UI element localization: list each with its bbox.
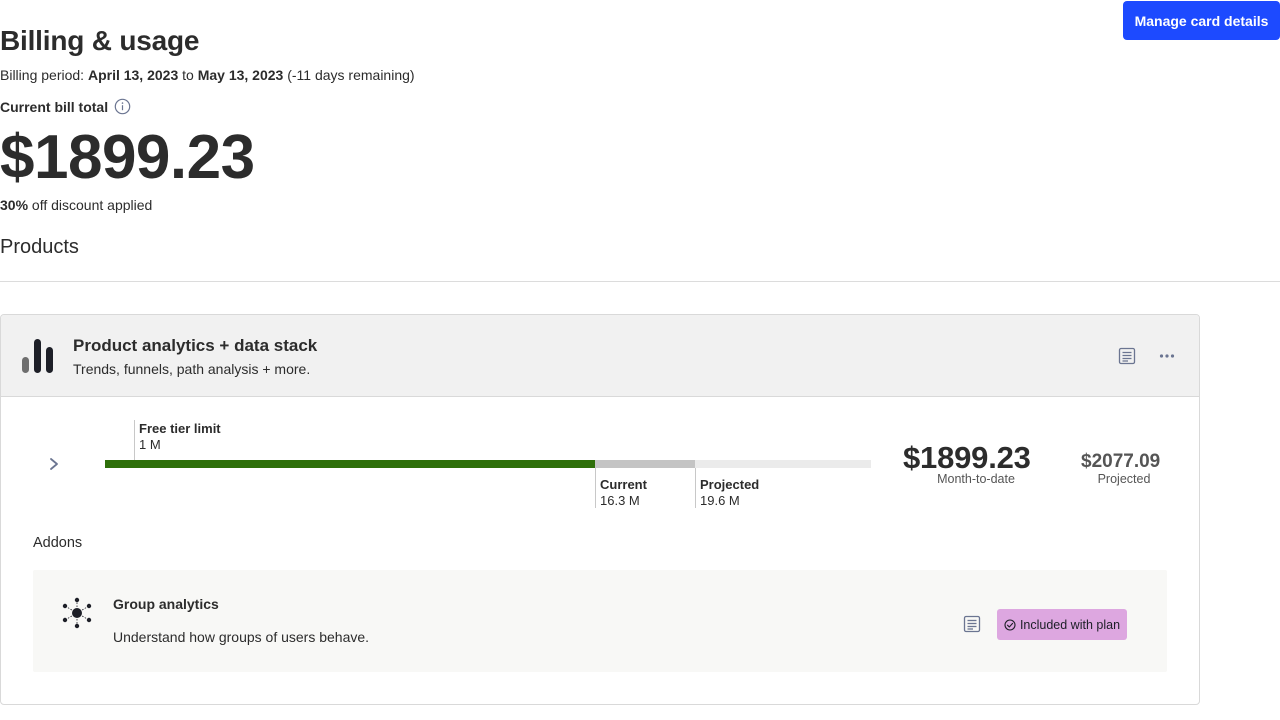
network-icon	[60, 596, 94, 630]
billing-period-end: May 13, 2023	[197, 67, 284, 83]
addon-group-analytics: Group analytics Understand how groups of…	[33, 570, 1167, 672]
current-marker	[595, 468, 596, 508]
included-with-plan-badge: Included with plan	[997, 609, 1127, 640]
products-heading: Products	[0, 236, 79, 258]
projected-amount-label: Projected	[1097, 472, 1151, 486]
page-title: Billing & usage	[0, 25, 200, 56]
free-tier-marker	[134, 420, 135, 462]
free-tier-title: Free tier limit	[139, 421, 221, 436]
product-title: Product analytics + data stack	[73, 336, 318, 355]
product-card: Product analytics + data stack Trends, f…	[0, 314, 1200, 705]
included-with-plan-text: Included with plan	[1019, 617, 1121, 632]
more-horizontal-icon[interactable]	[1158, 347, 1176, 365]
free-tier-value: 1 M	[139, 437, 161, 452]
discount-value: 30%	[0, 197, 29, 213]
billing-period-remaining: (-11 days remaining)	[287, 67, 415, 83]
product-card-header: Product analytics + data stack Trends, f…	[1, 315, 1199, 397]
info-icon[interactable]	[114, 98, 131, 115]
addon-title: Group analytics	[113, 596, 219, 612]
usage-bar	[105, 460, 871, 468]
projected-marker	[695, 468, 696, 508]
billing-period-start: April 13, 2023	[87, 67, 179, 83]
product-description: Trends, funnels, path analysis + more.	[73, 361, 311, 377]
projected-amount: $2077.09	[1081, 451, 1161, 472]
discount-text: off discount applied	[31, 197, 153, 213]
addon-description: Understand how groups of users behave.	[113, 629, 370, 645]
current-title: Current	[600, 477, 647, 492]
products-divider	[0, 281, 1280, 282]
bar-chart-icon	[22, 339, 56, 373]
billing-period-to: to	[182, 67, 194, 83]
document-icon[interactable]	[963, 615, 981, 633]
discount-info: 30% off discount applied	[0, 197, 152, 213]
chevron-right-icon[interactable]	[46, 456, 62, 472]
usage-bar-current	[105, 460, 595, 468]
manage-card-details-button[interactable]: Manage card details	[1123, 1, 1280, 40]
billing-period: Billing period: April 13, 2023 to May 13…	[0, 67, 415, 83]
document-icon[interactable]	[1118, 347, 1136, 365]
current-bill-amount: $1899.23	[0, 123, 255, 192]
free-tier-label: Free tier limit 1 M	[139, 421, 221, 453]
projected-title: Projected	[700, 477, 760, 492]
current-bill-total-text: Current bill total	[0, 98, 109, 115]
check-circle-icon	[1004, 618, 1016, 631]
projected-value: 19.6 M	[700, 493, 740, 508]
projected-label: Projected 19.6 M	[700, 477, 759, 509]
addons-heading: Addons	[33, 535, 83, 551]
current-label: Current 16.3 M	[600, 477, 647, 509]
current-bill-total-label: Current bill total	[0, 98, 131, 115]
billing-period-label: Billing period:	[0, 67, 85, 83]
month-to-date-amount: $1899.23	[903, 440, 1031, 475]
month-to-date-label: Month-to-date	[937, 472, 1015, 486]
current-value: 16.3 M	[600, 493, 640, 508]
